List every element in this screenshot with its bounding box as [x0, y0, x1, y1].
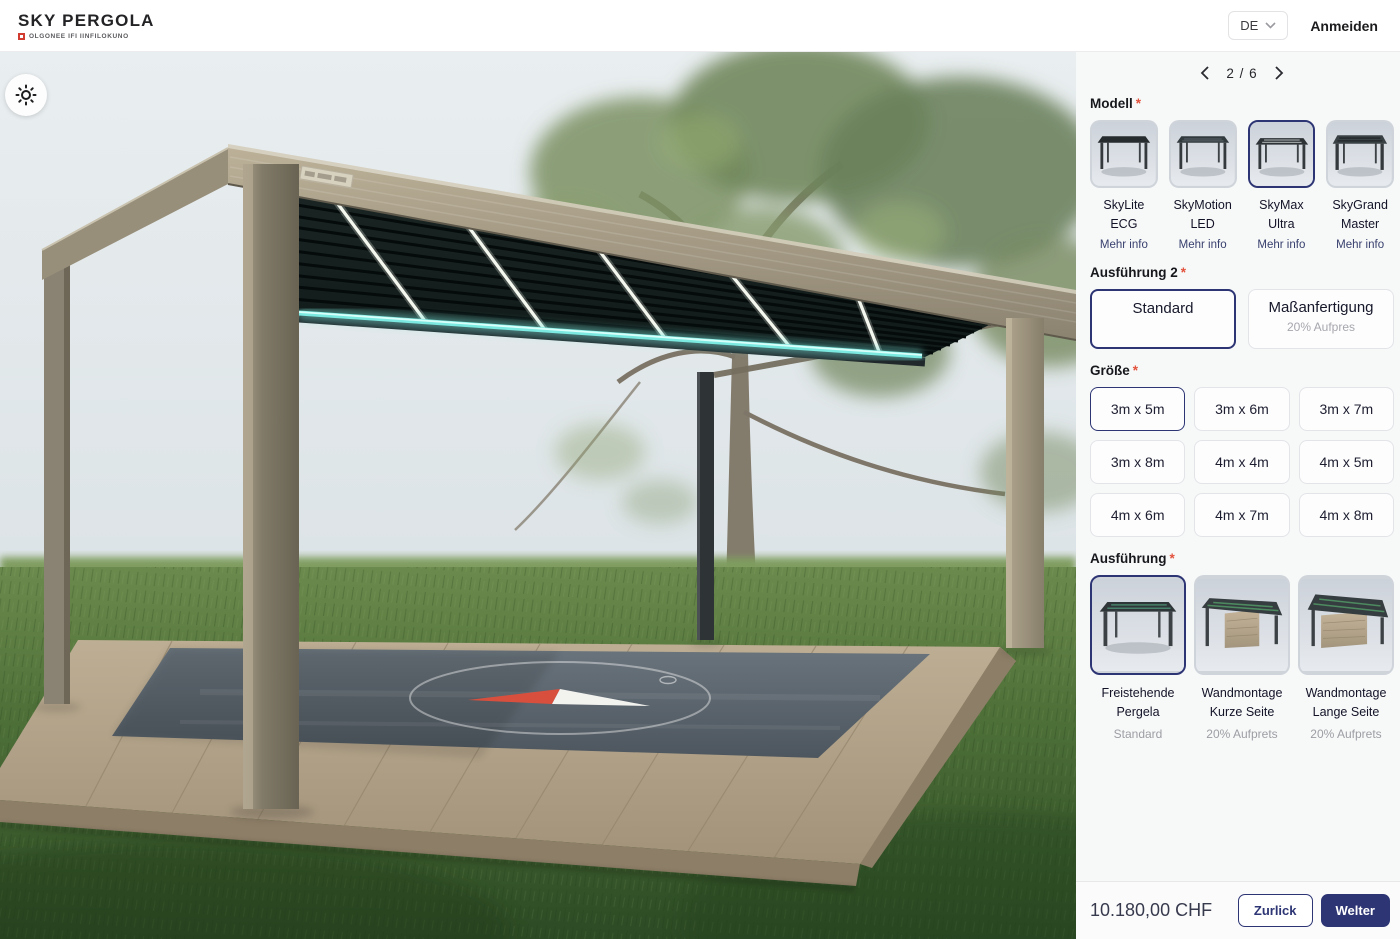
brand-tagline: OLGONEE IFI IINFILOKUNO [29, 33, 129, 40]
size-option-4x4[interactable]: 4m x 4m [1194, 440, 1289, 484]
back-button[interactable]: Zurlick [1238, 894, 1313, 927]
chevron-down-icon [1265, 22, 1276, 29]
step-indicator: 2 / 6 [1226, 66, 1257, 81]
model-option-skymax-ultra[interactable]: SkyMaxUltra Mehr info [1248, 120, 1316, 251]
model-option-skygrand-master[interactable]: SkyGrandMaster Mehr info [1326, 120, 1394, 251]
configurator-panel: 2 / 6 Modell* SkyLiteECG Mehr info [1076, 52, 1400, 939]
more-info-link[interactable]: Mehr info [1179, 239, 1227, 251]
model-thumbnail [1326, 120, 1394, 188]
price-footer: 10.180,00 CHF Zurlick Welter [1076, 881, 1400, 939]
option-standard[interactable]: Standard [1090, 289, 1236, 349]
variant-thumbnail [1194, 575, 1290, 675]
option-massanfertigung[interactable]: Maßanfertigung 20% Aufpres [1248, 289, 1394, 349]
next-step-button[interactable] [1272, 64, 1286, 82]
size-option-4x5[interactable]: 4m x 5m [1299, 440, 1394, 484]
model-option-skymotion-led[interactable]: SkyMotionLED Mehr info [1169, 120, 1237, 251]
execution2-options: Standard Maßanfertigung 20% Aufpres [1090, 289, 1394, 349]
size-option-3x7[interactable]: 3m x 7m [1299, 387, 1394, 431]
variant-freistehend[interactable]: FreistehendePergela Standard [1090, 575, 1186, 742]
total-price: 10.180,00 CHF [1090, 900, 1212, 921]
size-option-4x6[interactable]: 4m x 6m [1090, 493, 1185, 537]
variant-wand-lange-seite[interactable]: WandmontageLange Seite 20% Aufprets [1298, 575, 1394, 742]
section-label-modell: Modell* [1090, 96, 1394, 111]
variant-wand-kurze-seite[interactable]: WandmontageKurze Seite 20% Aufprets [1194, 575, 1290, 742]
language-value: DE [1240, 18, 1258, 33]
model-thumbnail [1090, 120, 1158, 188]
app-header: SKY PERGOLA OLGONEE IFI IINFILOKUNO DE A… [0, 0, 1400, 52]
section-label-groesse: Größe* [1090, 363, 1394, 378]
more-info-link[interactable]: Mehr info [1100, 239, 1148, 251]
size-option-4x7[interactable]: 4m x 7m [1194, 493, 1289, 537]
daylight-toggle-button[interactable] [5, 74, 47, 116]
variant-grid: FreistehendePergela Standard Wandmontage… [1090, 575, 1394, 742]
size-option-4x8[interactable]: 4m x 8m [1299, 493, 1394, 537]
stone-pad [112, 648, 930, 758]
sun-icon [15, 84, 37, 106]
section-label-ausfuehrung2: Ausführung 2* [1090, 265, 1394, 280]
login-button[interactable]: Anmeiden [1310, 18, 1378, 34]
more-info-link[interactable]: Mehr info [1257, 239, 1305, 251]
brand-title: SKY PERGOLA [18, 11, 155, 31]
chevron-left-icon [1200, 66, 1210, 80]
size-grid: 3m x 5m 3m x 6m 3m x 7m 3m x 8m 4m x 4m … [1090, 387, 1394, 537]
pergola-3d-viewer[interactable] [0, 52, 1076, 939]
variant-thumbnail [1090, 575, 1186, 675]
more-info-link[interactable]: Mehr info [1336, 239, 1384, 251]
step-pager: 2 / 6 [1090, 64, 1394, 82]
model-option-skylite-ecg[interactable]: SkyLiteECG Mehr info [1090, 120, 1158, 251]
language-selector[interactable]: DE [1228, 11, 1288, 40]
pergola-scene [0, 52, 1076, 939]
brand-mark-icon [18, 33, 25, 40]
size-option-3x6[interactable]: 3m x 6m [1194, 387, 1289, 431]
chevron-right-icon [1274, 66, 1284, 80]
model-grid: SkyLiteECG Mehr info SkyMotionLED Mehr i… [1090, 120, 1394, 251]
next-button[interactable]: Welter [1321, 894, 1391, 927]
brand-logo: SKY PERGOLA OLGONEE IFI IINFILOKUNO [18, 11, 155, 40]
prev-step-button[interactable] [1198, 64, 1212, 82]
model-thumbnail [1169, 120, 1237, 188]
pergola-front-right-post [1006, 318, 1044, 648]
model-thumbnail [1248, 120, 1316, 188]
pergola-front-left-post [243, 164, 299, 809]
variant-thumbnail [1298, 575, 1394, 675]
size-option-3x5[interactable]: 3m x 5m [1090, 387, 1185, 431]
section-label-ausfuehrung: Ausführung* [1090, 551, 1394, 566]
size-option-3x8[interactable]: 3m x 8m [1090, 440, 1185, 484]
